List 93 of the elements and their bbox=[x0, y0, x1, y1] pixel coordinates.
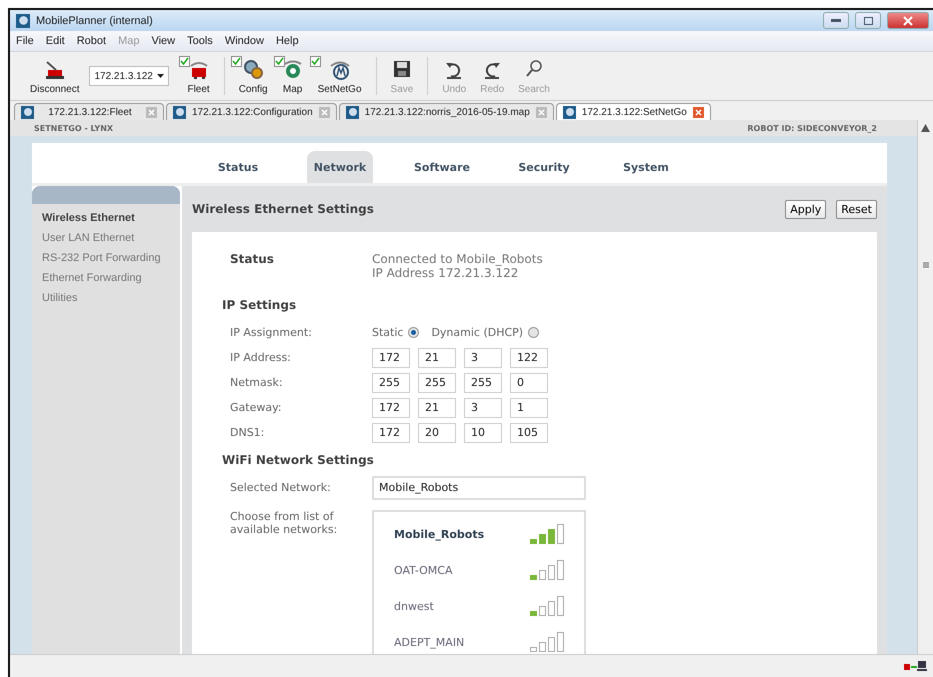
radio-button[interactable] bbox=[408, 327, 420, 338]
section-heading: Status bbox=[229, 252, 275, 266]
network-item[interactable]: Mobile_Robots bbox=[388, 516, 584, 552]
toolbar-button[interactable]: SetNetGo bbox=[314, 58, 366, 94]
grip-icon bbox=[922, 262, 928, 268]
tab-close-button[interactable] bbox=[146, 106, 157, 118]
robot-id: ROBOT ID: SIDECONVEYOR_2 bbox=[747, 124, 877, 132]
field-label: Choose from list of available networks: bbox=[229, 510, 338, 536]
checkbox[interactable] bbox=[179, 56, 190, 66]
toolbar-button[interactable]: Fleet bbox=[183, 58, 214, 94]
octet-field[interactable]: 10 bbox=[464, 422, 502, 442]
octet-field[interactable]: 1 bbox=[510, 398, 548, 418]
minimize-icon bbox=[831, 19, 841, 22]
arrow-up-icon[interactable] bbox=[921, 124, 930, 132]
panel-button[interactable]: Reset bbox=[836, 200, 877, 218]
checkbox[interactable] bbox=[230, 56, 242, 66]
octet-field[interactable]: 3 bbox=[464, 398, 502, 418]
minimize-button[interactable] bbox=[823, 12, 849, 29]
radio-label: Static bbox=[372, 326, 404, 339]
maximize-button[interactable] bbox=[855, 12, 881, 29]
octet-field[interactable]: 255 bbox=[464, 372, 502, 392]
octet-field[interactable]: 3 bbox=[464, 348, 502, 368]
checkbox[interactable] bbox=[310, 56, 321, 66]
octet-field[interactable]: 21 bbox=[418, 348, 456, 368]
network-item[interactable]: dnwest bbox=[388, 588, 584, 624]
octet-field[interactable]: 0 bbox=[510, 372, 548, 392]
octet-field[interactable]: 172 bbox=[372, 398, 410, 418]
signal-icon bbox=[530, 596, 566, 616]
window-title: MobilePlanner (internal) bbox=[36, 14, 154, 26]
page-heading: SETNETGO - LYNX bbox=[34, 124, 114, 132]
tab-close-button[interactable] bbox=[536, 106, 547, 118]
network-item[interactable]: ADEPT_MAIN bbox=[388, 624, 584, 654]
field-label: Netmask: bbox=[229, 376, 284, 389]
panel-button[interactable]: Apply bbox=[785, 200, 826, 218]
menu-item[interactable]: View bbox=[151, 35, 176, 47]
close-button[interactable] bbox=[887, 12, 929, 29]
close-icon bbox=[538, 108, 545, 116]
document-tab[interactable]: 172.21.3.122:Configuration bbox=[166, 103, 337, 120]
tab[interactable]: Network bbox=[307, 151, 373, 183]
octet-field[interactable]: 255 bbox=[372, 372, 410, 392]
network-item[interactable]: OAT-OMCA bbox=[388, 552, 584, 588]
signal-icon bbox=[530, 560, 566, 580]
tab[interactable]: System bbox=[596, 151, 696, 183]
field-label: Selected Network: bbox=[229, 481, 332, 494]
menu-item[interactable]: Robot bbox=[76, 35, 106, 47]
section-heading: IP Settings bbox=[222, 298, 298, 312]
sidebar-item[interactable]: Wireless Ethernet bbox=[32, 208, 180, 228]
panel-title: Wireless Ethernet Settings bbox=[192, 202, 374, 216]
connection-icon bbox=[903, 660, 927, 672]
tab-close-button[interactable] bbox=[692, 106, 704, 118]
network-field[interactable]: Mobile_Robots bbox=[372, 476, 586, 500]
caret-icon bbox=[157, 74, 164, 78]
field-label: DNS1: bbox=[229, 426, 266, 439]
document-tab[interactable]: 172.21.3.122:norris_2016-05-19.map bbox=[338, 103, 554, 120]
section-heading: WiFi Network Settings bbox=[222, 453, 375, 467]
tab[interactable]: Software bbox=[392, 151, 492, 183]
status-text: Connected to Mobile_Robots bbox=[372, 252, 543, 266]
close-icon bbox=[320, 108, 328, 116]
field-label: IP Address: bbox=[229, 351, 292, 364]
close-icon bbox=[148, 108, 155, 116]
octet-field[interactable]: 172 bbox=[372, 348, 410, 368]
document-tab[interactable]: 172.21.3.122:Fleet bbox=[14, 103, 164, 120]
status-text: IP Address 172.21.3.122 bbox=[372, 266, 520, 280]
tab[interactable]: Status bbox=[188, 151, 288, 183]
octet-field[interactable]: 172 bbox=[372, 422, 410, 442]
toolbar-button[interactable]: Disconnect bbox=[26, 58, 84, 94]
scrollbar[interactable] bbox=[917, 120, 933, 654]
octet-field[interactable]: 122 bbox=[510, 348, 548, 368]
toolbar-button[interactable]: Map bbox=[278, 58, 308, 94]
octet-field[interactable]: 21 bbox=[418, 398, 456, 418]
tab[interactable]: Security bbox=[494, 151, 594, 183]
field-label: IP Assignment: bbox=[229, 326, 313, 339]
octet-field[interactable]: 20 bbox=[418, 422, 456, 442]
menu-item[interactable]: Tools bbox=[187, 35, 213, 47]
radio-button[interactable] bbox=[528, 327, 540, 338]
menu-item[interactable]: Edit bbox=[46, 35, 65, 47]
toolbar-button[interactable]: Config bbox=[234, 58, 272, 94]
menu-item[interactable]: File bbox=[16, 35, 34, 47]
maximize-icon bbox=[864, 16, 872, 24]
document-tab[interactable]: 172.21.3.122:SetNetGo bbox=[556, 103, 711, 120]
signal-icon bbox=[530, 524, 566, 544]
app-icon bbox=[16, 14, 30, 28]
menu-item[interactable]: Window bbox=[224, 35, 264, 47]
tab-close-button[interactable] bbox=[318, 106, 330, 118]
close-icon bbox=[694, 108, 702, 116]
octet-field[interactable]: 255 bbox=[418, 372, 456, 392]
checkbox[interactable] bbox=[274, 56, 285, 66]
menu-item[interactable]: Help bbox=[276, 35, 299, 47]
octet-field[interactable]: 105 bbox=[510, 422, 548, 442]
close-icon bbox=[903, 16, 913, 26]
field-label: Gateway: bbox=[229, 401, 282, 414]
radio-label: Dynamic (DHCP) bbox=[431, 326, 524, 339]
ip-dropdown[interactable]: 172.21.3.122 bbox=[89, 66, 170, 86]
